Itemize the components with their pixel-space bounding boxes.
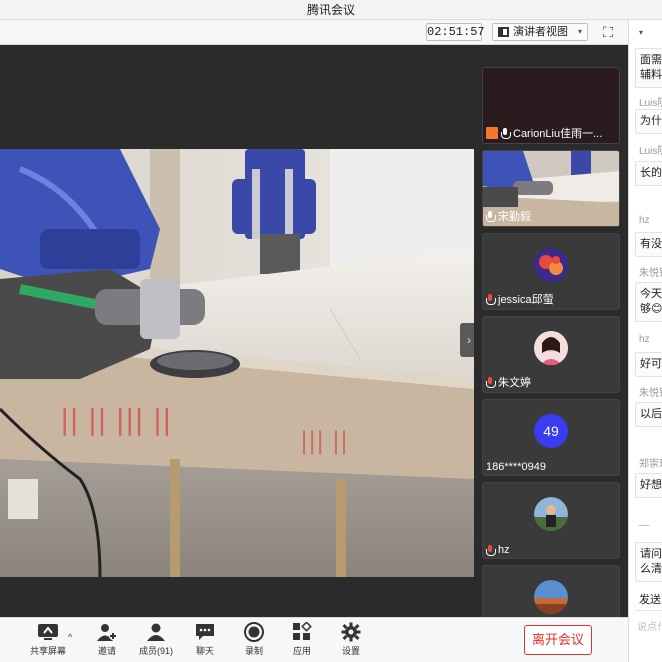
chat-dash: — (639, 520, 649, 531)
mic-muted-icon (486, 293, 496, 305)
speaker-video-frame: || || ||| || ||| || (0, 149, 474, 577)
participant-name-row: 朱文婷 (486, 374, 531, 390)
share-screen-icon (37, 622, 59, 642)
avatar (534, 580, 568, 614)
participant-name: 186****0949 (486, 461, 546, 473)
view-mode-dropdown[interactable]: 演讲者视图 ▾ (492, 23, 588, 41)
chat-message: 有没 (635, 232, 662, 257)
chat-message: 为什 (635, 109, 662, 134)
chevron-down-icon: ▾ (577, 27, 582, 36)
apps-icon (291, 621, 313, 642)
mic-icon (486, 210, 496, 222)
mic-muted-icon (486, 376, 496, 388)
avatar (534, 248, 568, 282)
chat-message: 长的 (635, 161, 662, 186)
host-icon (486, 127, 498, 139)
participant-name: 宋勤毅 (498, 211, 531, 223)
fullscreen-icon[interactable]: ⛶ (600, 24, 616, 40)
chat-message: 好想 (635, 473, 662, 498)
chat-sender: hz (639, 215, 650, 226)
chat-sender: Luis阮 (639, 98, 662, 109)
svg-text:||| ||: ||| || (300, 427, 348, 455)
members-label: 成员(91) (138, 646, 173, 656)
window-title: 腾讯会议 (0, 0, 662, 20)
participant-name: jessica邱萤 (498, 294, 554, 306)
main-video-stage: || || ||| || ||| || (0, 45, 474, 617)
members-icon (145, 622, 167, 642)
meeting-window: 腾讯会议 02:51:57 演讲者视图 ▾ ⛶ || || ||| || |||… (0, 0, 662, 662)
participant-tile[interactable]: hz (482, 482, 620, 559)
chat-message: 以后 (635, 402, 662, 427)
avatar-image (534, 248, 568, 282)
settings-label: 设置 (341, 646, 360, 656)
chat-message: 请问 么清 (635, 542, 662, 582)
avatar (534, 331, 568, 365)
share-screen-label: 共享屏幕 (29, 646, 66, 656)
chat-message: 今天 够😊 (635, 282, 662, 322)
apps-label: 应用 (292, 646, 311, 656)
chevron-down-icon[interactable]: ▾ (639, 28, 643, 37)
chat-message: 面需 辅料 (635, 48, 662, 88)
chat-message: 好可 (635, 352, 662, 377)
chat-button[interactable]: 聊天 (185, 622, 225, 660)
chat-sender: hz (639, 334, 650, 345)
meeting-topbar: 02:51:57 演讲者视图 ▾ ⛶ (0, 20, 628, 45)
share-screen-button[interactable]: 共享屏幕 (28, 622, 68, 660)
participant-tile[interactable]: 宋勤毅 (482, 150, 620, 227)
participant-tile[interactable] (482, 565, 620, 617)
avatar-image (534, 331, 568, 365)
chat-panel: ▾ 面需 辅料 Luis阮 为什 Luis阮 长的 hz 有没 朱悦镇 今天 够… (628, 20, 662, 662)
record-icon (243, 622, 265, 642)
send-to-selector[interactable]: 发送到 (639, 591, 662, 607)
chat-label: 聊天 (195, 646, 214, 656)
meeting-timer: 02:51:57 (426, 23, 485, 41)
svg-text:|| || ||| ||: || || ||| || (60, 403, 172, 436)
chat-sender: 朱悦镇 (639, 268, 662, 279)
participant-name-row: 186****0949 (486, 461, 546, 473)
speaker-view-icon (498, 27, 509, 37)
participant-name-row: CarionLiu佳雨一... (486, 125, 602, 141)
chat-sender: Luis阮 (639, 146, 662, 157)
invite-icon (96, 622, 118, 642)
participant-tile[interactable]: 49 186****0949 (482, 399, 620, 476)
gear-icon (340, 622, 362, 642)
record-label: 录制 (244, 646, 263, 656)
chat-sender: 郑崇玮 (639, 459, 662, 470)
chat-input[interactable]: 说点什 (637, 618, 662, 633)
share-options-caret-icon[interactable]: ^ (68, 632, 72, 642)
apps-button[interactable]: 应用 (282, 621, 322, 660)
participant-name-row: 宋勤毅 (486, 208, 531, 224)
members-button[interactable]: 成员(91) (136, 622, 176, 660)
participant-name: CarionLiu佳雨一... (513, 128, 603, 140)
record-button[interactable]: 录制 (234, 622, 274, 660)
meeting-toolbar: 共享屏幕 ^ 邀请 成员(91) 聊天 录制 应用 设置 离开会议 (0, 617, 628, 662)
participant-name-row: hz (486, 544, 510, 556)
avatar: 49 (534, 414, 568, 448)
mic-icon (501, 127, 511, 139)
settings-button[interactable]: 设置 (331, 622, 371, 660)
participant-name: 朱文婷 (498, 377, 531, 389)
participant-gallery: CarionLiu佳雨一... 宋勤毅 jessica邱萤 朱文婷 49 186… (474, 45, 628, 617)
invite-button[interactable]: 邀请 (87, 622, 127, 660)
avatar (534, 497, 568, 531)
participant-tile[interactable]: jessica邱萤 (482, 233, 620, 310)
chat-divider (635, 610, 662, 611)
mic-muted-icon (486, 544, 496, 556)
invite-label: 邀请 (97, 646, 116, 656)
leave-meeting-button[interactable]: 离开会议 (524, 625, 592, 655)
participant-tile[interactable]: 朱文婷 (482, 316, 620, 393)
speaker-video: || || ||| || ||| || (0, 149, 474, 577)
participant-tile[interactable]: CarionLiu佳雨一... (482, 67, 620, 144)
chat-icon (194, 622, 216, 642)
avatar-image (534, 497, 568, 531)
view-mode-label: 演讲者视图 (513, 26, 568, 38)
avatar-image (534, 580, 568, 614)
participant-name: hz (498, 544, 510, 556)
chat-sender: 朱悦镇 (639, 388, 662, 399)
participant-name-row: jessica邱萤 (486, 291, 554, 307)
